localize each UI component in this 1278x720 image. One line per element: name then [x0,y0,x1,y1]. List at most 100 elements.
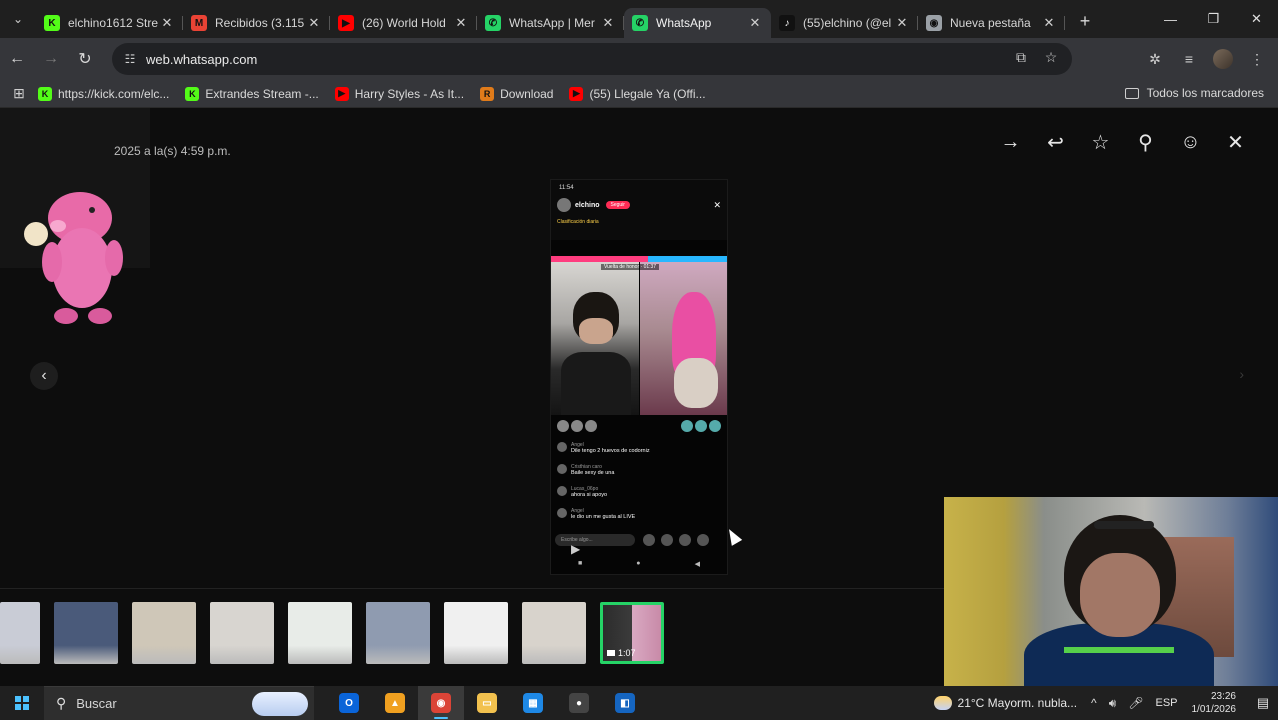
all-bookmarks[interactable]: Todos los marcadores [1124,86,1264,100]
media-thumbnail[interactable] [522,602,586,664]
media-thumbnail[interactable] [54,602,118,664]
taskbar-app[interactable]: O [326,686,372,720]
bookmark-label: Download [500,86,554,101]
pin-icon[interactable]: ⚲ [1123,128,1168,156]
bookmark-item[interactable]: R Download [480,86,554,101]
close-tab-icon[interactable]: ✕ [453,15,469,31]
browser-toolbar: ← → ↻ ☷ web.whatsapp.com ⧉ ☆ ✲ ≡ ⋮ [0,38,1278,80]
forward-button[interactable]: → [34,42,68,76]
restore-button[interactable]: ❐ [1192,0,1235,38]
tab-1[interactable]: M Recibidos (3.115 ✕ [183,8,330,38]
reply-icon[interactable]: ↩ [1033,128,1078,156]
tab-4[interactable]: ✆ WhatsApp ✕ [624,8,771,38]
media-controls-icon[interactable]: ≡ [1172,42,1206,76]
tab-5[interactable]: ♪ (55)elchino (@el ✕ [771,8,918,38]
profile-button[interactable] [1206,42,1240,76]
taskbar-search[interactable]: ⚲ Buscar [44,686,314,720]
new-tab-button[interactable]: + [1071,7,1099,35]
whatsapp-icon: ✆ [485,15,501,31]
close-tab-icon[interactable]: ✕ [747,15,763,31]
minimize-button[interactable]: — [1149,0,1192,38]
close-tab-icon[interactable]: ✕ [894,15,910,31]
forward-icon[interactable]: → [988,128,1033,156]
media-preview[interactable]: 11:54 elchino Seguir ✕ Clasificación dia… [550,179,728,575]
media-thumbnail[interactable] [444,602,508,664]
chat-avatar [557,508,567,518]
follow-badge: Seguir [605,201,630,209]
taskbar-app[interactable]: ◧ [602,686,648,720]
tab-title: WhatsApp | Mer [509,16,595,30]
media-thumbnail[interactable] [288,602,352,664]
bookmark-item[interactable]: K Extrandes Stream -... [185,86,319,101]
back-button[interactable]: ← [0,42,34,76]
weather-widget[interactable]: 21°C Mayorm. nubla... [933,696,1078,710]
menu-kebab-icon[interactable]: ⋮ [1240,42,1274,76]
live-comment-input: Escribe algo... [555,534,635,546]
phone-status-time: 11:54 [559,185,574,191]
tab-title: elchino1612 Stre [68,16,159,30]
weather-text: 21°C Mayorm. nubla... [957,696,1078,710]
previous-media-button[interactable]: ‹ [30,362,58,390]
media-thumbnail[interactable] [366,602,430,664]
site-info-icon[interactable]: ☷ [120,49,140,69]
plus-icon: + [1079,10,1091,31]
taskbar-app[interactable]: ▦ [510,686,556,720]
emoji-react-icon[interactable]: ☺ [1168,128,1213,156]
gmail-icon: M [191,15,207,31]
reload-button[interactable]: ↻ [68,42,102,76]
taskbar-app[interactable]: ◉ [418,686,464,720]
close-tab-icon[interactable]: ✕ [1041,15,1057,31]
url-text: web.whatsapp.com [146,51,258,67]
rank-text: Clasificación diaria [557,219,599,225]
clock[interactable]: 23:26 1/01/2026 [1192,690,1237,716]
bookmark-label: https://kick.com/elc... [58,86,170,101]
close-tab-icon[interactable]: ✕ [600,15,616,31]
bookmark-item[interactable]: ▶ Harry Styles - As It... [334,86,464,101]
outlook-icon: O [339,693,359,713]
media-thumbnail[interactable] [132,602,196,664]
bookmark-item[interactable]: Khttps://kick.com/elc... [38,86,170,101]
language-indicator[interactable]: ESP [1155,697,1177,709]
bookmark-star-icon[interactable]: ☆ [1036,49,1066,66]
star-icon[interactable]: ☆ [1078,128,1123,156]
install-app-icon[interactable]: ⧉ [1006,49,1036,66]
bookmark-item[interactable]: ▶ (55) Llegale Ya (Offi... [569,86,706,101]
tab-search-button[interactable]: ⌄ [0,0,36,38]
phone-recents-icon: ■ [578,560,583,567]
apps-grid-icon[interactable]: ⊞ [0,85,38,102]
tiktok-icon: ♪ [779,15,795,31]
microphone-icon[interactable]: 🎤︎ [1128,696,1143,710]
webcam-person-face [1080,553,1160,637]
start-button[interactable] [0,686,44,720]
taskbar-app[interactable]: ▲ [372,686,418,720]
webcam-shirt-stripe [1064,647,1174,653]
next-media-button[interactable]: › [1239,366,1244,382]
tab-3[interactable]: ✆ WhatsApp | Mer ✕ [477,8,624,38]
taskbar-apps: O ▲ ◉ ▭ ▦ ● ◧ [326,686,648,720]
notification-icon[interactable]: ▤ [1248,695,1278,711]
all-bookmarks-label: Todos los marcadores [1146,86,1264,100]
video-camera-icon [607,650,615,656]
tab-title: Nueva pestaña [950,16,1031,30]
kick-icon: K [44,15,60,31]
close-window-button[interactable]: ✕ [1235,0,1278,38]
chevron-up-icon[interactable]: ^ [1091,696,1097,710]
volume-icon[interactable]: 🔊︎ [1109,696,1117,711]
close-tab-icon[interactable]: ✕ [306,15,322,31]
chat-message: Lucas_06po ahora si apoyo [557,486,723,498]
media-thumbnail[interactable] [0,602,40,664]
taskbar-app[interactable]: ▭ [464,686,510,720]
taskbar-app[interactable]: ● [556,686,602,720]
close-tab-icon[interactable]: ✕ [159,15,175,31]
tab-2[interactable]: ▶ (26) World Hold ✕ [330,8,477,38]
chevron-right-icon: › [1239,366,1244,382]
media-thumbnail[interactable]: 1:07 [600,602,664,664]
extensions-icon[interactable]: ✲ [1138,42,1172,76]
address-bar[interactable]: ☷ web.whatsapp.com ⧉ ☆ [112,43,1072,75]
media-thumbnail[interactable] [210,602,274,664]
profile-avatar [1213,49,1233,69]
close-viewer-icon[interactable]: ✕ [1213,128,1258,156]
tab-6[interactable]: ◉ Nueva pestaña ✕ [918,8,1065,38]
tab-title: (26) World Hold [362,16,446,30]
tab-0[interactable]: Kelchino1612 Stre ✕ [36,8,183,38]
